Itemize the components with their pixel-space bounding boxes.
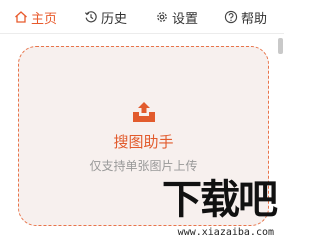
drop-zone-subtitle: 仅支持单张图片上传: [89, 159, 198, 173]
tab-help[interactable]: 帮助: [224, 0, 267, 34]
home-icon: [15, 11, 27, 23]
search-helper-window: 主页 历史 设置 帮助 搜图助手 仅支持单张图片上传 下载吧 www.xiaza…: [0, 0, 284, 244]
watermark-logo: 下载吧 www.xiazaiba.com: [144, 177, 278, 238]
watermark-logo-text: 下载吧: [162, 177, 278, 223]
gear-icon: [157, 12, 167, 22]
tab-help-label: 帮助: [241, 11, 268, 27]
tab-home[interactable]: 主页: [14, 0, 57, 34]
tab-history[interactable]: 历史: [84, 0, 127, 34]
tab-history-label: 历史: [101, 11, 128, 27]
tab-settings[interactable]: 设置: [155, 0, 198, 34]
vertical-scrollbar[interactable]: [276, 34, 284, 244]
upload-icon: [133, 102, 155, 122]
tab-settings-label: 设置: [172, 11, 199, 27]
help-icon: [224, 10, 238, 24]
scrollbar-thumb[interactable]: [278, 38, 283, 54]
tab-home-label: 主页: [31, 11, 58, 27]
drop-zone-title: 搜图助手: [113, 133, 174, 151]
top-toolbar: 主页 历史 设置 帮助: [0, 0, 284, 34]
watermark-url: www.xiazaiba.com: [177, 227, 274, 238]
history-icon: [84, 11, 97, 23]
